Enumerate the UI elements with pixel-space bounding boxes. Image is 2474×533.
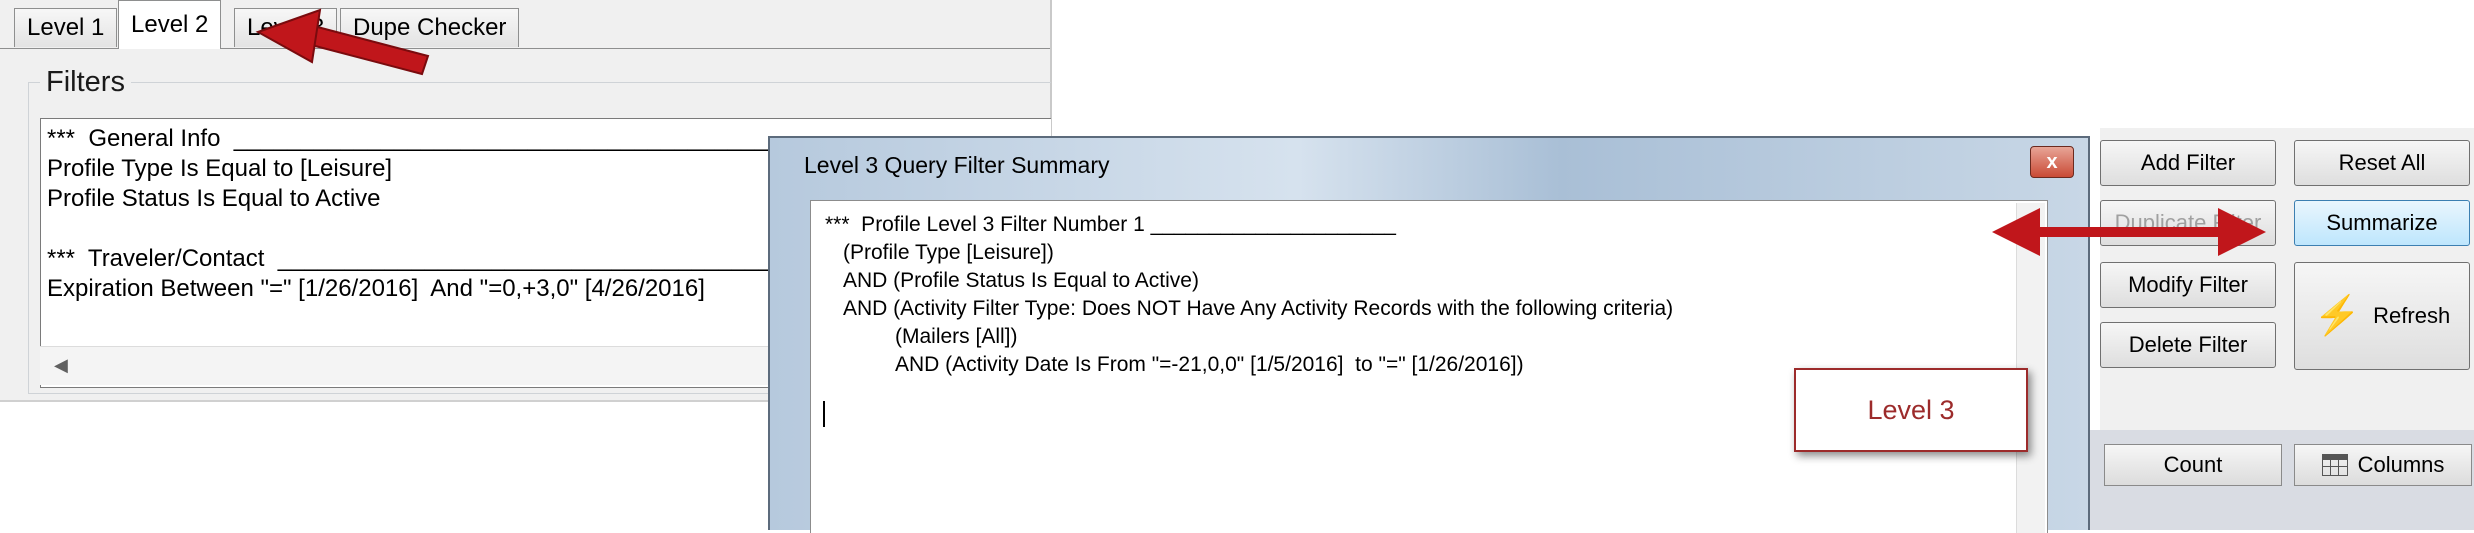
double-headed-arrow-icon — [1992, 208, 2266, 256]
tab-level-2[interactable]: Level 2 — [118, 0, 222, 49]
red-arrow-icon — [255, 8, 430, 76]
annotation-overlay — [255, 8, 2266, 256]
